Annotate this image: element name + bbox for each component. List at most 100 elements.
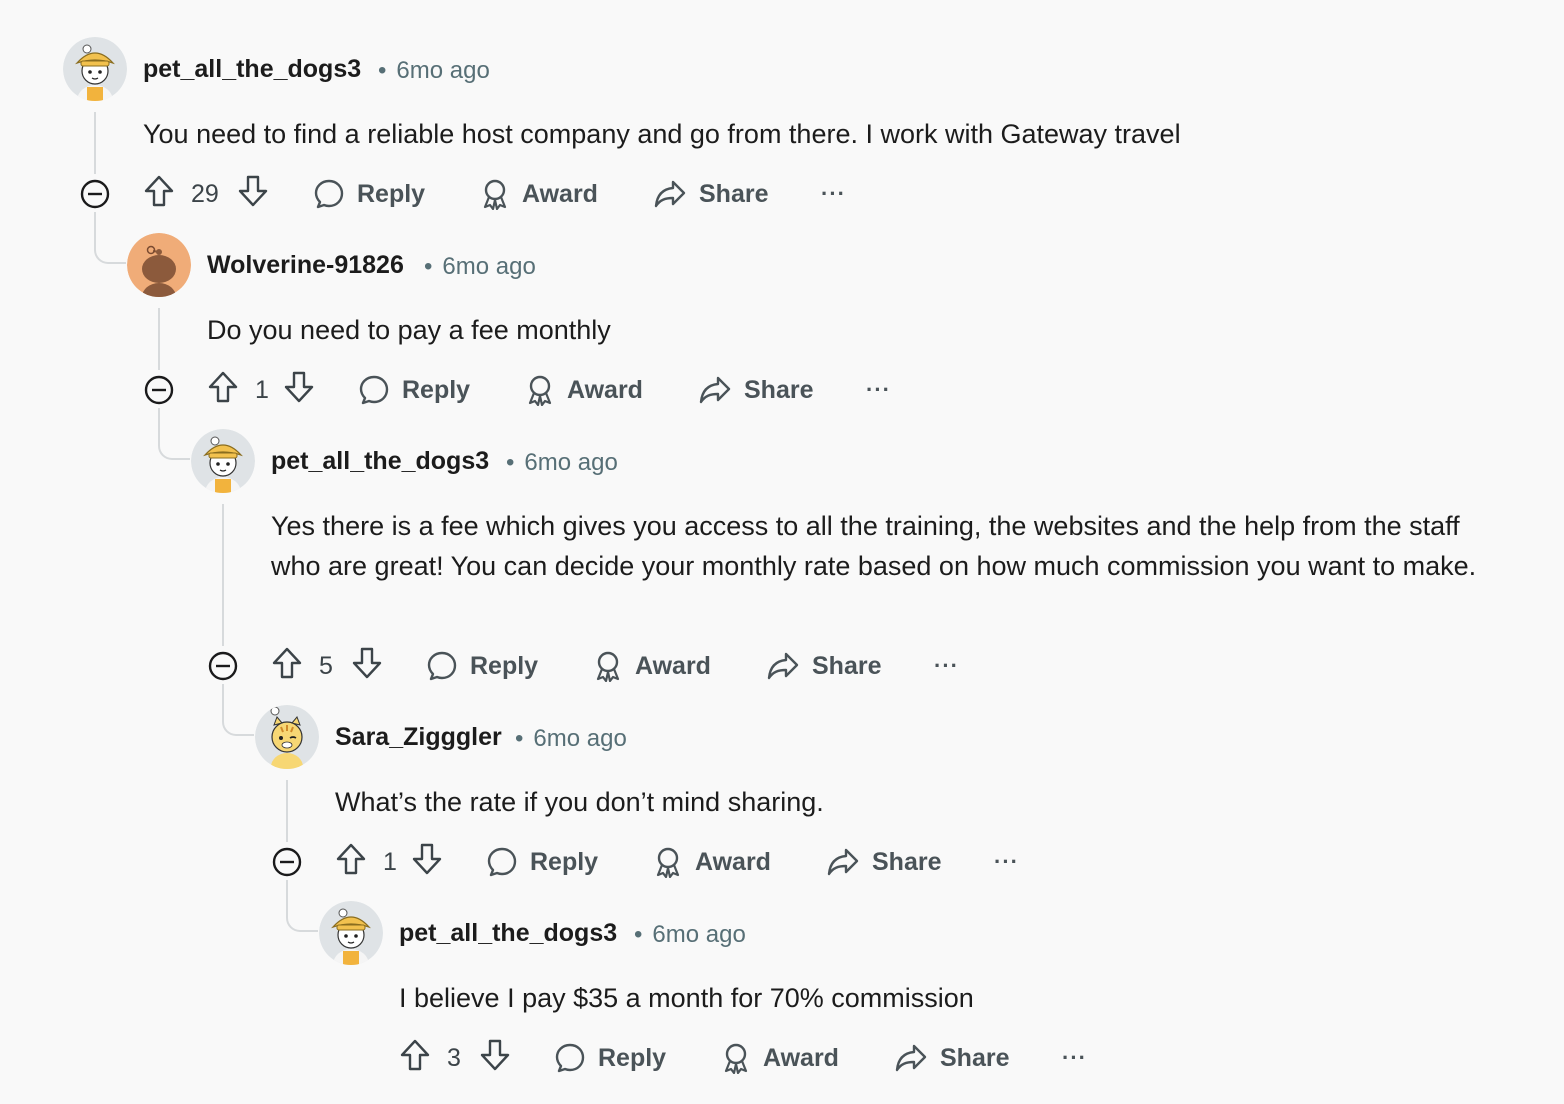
award-button[interactable]: Award [525,370,643,410]
comment-body: You need to find a reliable host company… [143,119,1181,149]
share-label: Share [872,847,942,876]
username[interactable]: Wolverine-91826 [207,251,404,280]
share-button[interactable]: Share [766,646,881,686]
reply-label: Reply [402,375,471,404]
username[interactable]: pet_all_the_dogs3 [143,55,361,84]
more-options-button[interactable]: ··· [994,842,1019,882]
collapse-thread-icon[interactable] [143,370,175,410]
upvote-icon[interactable] [271,646,303,686]
more-options-button[interactable]: ··· [866,370,891,410]
thread-line [94,112,96,174]
upvote-icon[interactable] [143,174,175,214]
timestamp-text: 6mo ago [652,921,746,948]
comment-timestamp: • 6mo ago [515,725,627,753]
award-button[interactable]: Award [721,1038,839,1078]
downvote-icon[interactable] [351,646,383,686]
separator: • [506,449,515,476]
timestamp-text: 6mo ago [396,57,490,84]
separator: • [424,253,433,280]
reply-icon [487,847,517,877]
comment-timestamp: • 6mo ago [424,253,536,281]
share-button[interactable]: Share [894,1038,1009,1078]
award-icon [656,847,680,878]
separator: • [378,57,387,84]
downvote-icon[interactable] [479,1038,511,1078]
share-label: Share [699,179,769,208]
user-avatar[interactable] [127,233,191,297]
vote-count: 1 [383,847,397,876]
award-button[interactable]: Award [653,842,771,882]
award-icon [483,179,507,210]
thread-elbow [222,684,254,736]
reply-button[interactable]: Reply [486,842,598,882]
vote-count: 5 [319,651,333,680]
comment-body: Do you need to pay a fee monthly [207,315,611,345]
share-icon [654,180,686,208]
comment-timestamp: • 6mo ago [378,57,490,85]
share-icon [895,1044,927,1072]
collapse-thread-icon[interactable] [271,842,303,882]
award-label: Award [695,847,771,876]
reply-button[interactable]: Reply [313,174,425,214]
collapse-thread-icon[interactable] [79,174,111,214]
reply-button[interactable]: Reply [358,370,470,410]
username[interactable]: pet_all_the_dogs3 [271,447,489,476]
award-button[interactable]: Award [593,646,711,686]
separator: • [634,921,643,948]
yellow-hat-avatar-icon [319,901,383,965]
user-avatar[interactable] [319,901,383,965]
reply-label: Reply [470,651,539,680]
share-button[interactable]: Share [698,370,813,410]
share-icon [699,376,731,404]
downvote-icon[interactable] [411,842,443,882]
thread-elbow [286,880,318,932]
separator: • [515,725,524,752]
reply-icon [359,375,389,405]
user-avatar[interactable] [63,37,127,101]
award-label: Award [567,375,643,404]
reply-button[interactable]: Reply [426,646,538,686]
more-options-button[interactable]: ··· [1062,1038,1087,1078]
share-label: Share [812,651,882,680]
share-label: Share [744,375,814,404]
share-button[interactable]: Share [653,174,768,214]
comment-actions: 3 Reply Award Share ··· [335,1038,1155,1078]
upvote-icon[interactable] [207,370,239,410]
comment-body: Yes there is a fee which gives you acces… [271,511,1477,581]
award-icon [724,1043,748,1074]
yellow-hat-avatar-icon [191,429,255,493]
vote-count: 1 [255,375,269,404]
comment-actions: 1 Reply Award Share ··· [143,370,963,410]
thread-elbow [158,408,190,460]
comment-timestamp: • 6mo ago [506,449,618,477]
yellow-hat-avatar-icon [63,37,127,101]
user-avatar[interactable] [255,705,319,769]
comment-actions: 1 Reply Award Share ··· [271,842,1091,882]
reply-icon [555,1043,585,1073]
comment-body: What’s the rate if you don’t mind sharin… [335,787,824,817]
username[interactable]: pet_all_the_dogs3 [399,919,617,948]
reply-icon [427,651,457,681]
award-button[interactable]: Award [480,174,598,214]
more-options-button[interactable]: ··· [821,174,846,214]
vote-count: 3 [447,1043,461,1072]
collapse-thread-icon[interactable] [207,646,239,686]
reply-label: Reply [530,847,599,876]
share-label: Share [940,1043,1010,1072]
tiger-avatar-icon [255,705,319,769]
upvote-icon[interactable] [335,842,367,882]
share-button[interactable]: Share [826,842,941,882]
more-options-button[interactable]: ··· [934,646,959,686]
user-avatar[interactable] [191,429,255,493]
timestamp-text: 6mo ago [442,253,536,280]
comment-body: I believe I pay $35 a month for 70% comm… [399,983,974,1013]
upvote-icon[interactable] [399,1038,431,1078]
reply-label: Reply [598,1043,667,1072]
downvote-icon[interactable] [283,370,315,410]
username[interactable]: Sara_Zigggler [335,723,502,752]
reply-button[interactable]: Reply [554,1038,666,1078]
thread-line [222,504,224,646]
award-label: Award [763,1043,839,1072]
timestamp-text: 6mo ago [533,725,627,752]
downvote-icon[interactable] [237,174,269,214]
